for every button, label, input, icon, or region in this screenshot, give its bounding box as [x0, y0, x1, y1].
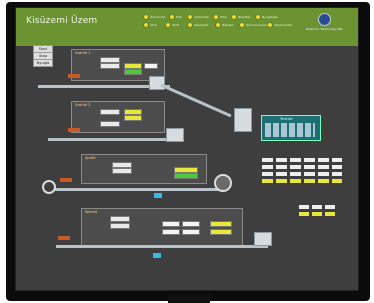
led-icon	[170, 14, 174, 19]
hmi-screen: Kisüzemi Üzem Üzemmód Kézi Automata Hiba…	[15, 7, 359, 291]
table-cells	[265, 123, 315, 137]
line-tag	[68, 128, 80, 132]
logo-icon	[318, 13, 331, 26]
status-item: Nyugtázás	[256, 14, 278, 19]
status-item: Kézi	[170, 14, 182, 19]
control-panel: Szárító 2	[71, 101, 165, 133]
grid-row	[299, 205, 335, 209]
status-item: Automata	[188, 14, 209, 19]
conveyor	[56, 245, 268, 248]
panel-title: Keverő	[85, 210, 98, 214]
conveyor-icon	[160, 83, 232, 118]
setpoint-field[interactable]	[100, 63, 120, 69]
conveyor	[48, 138, 176, 141]
value-field	[210, 229, 232, 235]
pump-icon[interactable]	[153, 253, 161, 258]
setpoint-field[interactable]	[100, 109, 120, 115]
title-bar: Kisüzemi Üzem Üzemmód Kézi Automata Hiba…	[16, 8, 358, 46]
monitor-stand	[168, 295, 210, 303]
status-item: Készenlét	[188, 22, 208, 27]
value-field	[144, 63, 158, 69]
pump-icon[interactable]	[154, 193, 162, 198]
setpoint-field[interactable]	[112, 168, 132, 174]
grid-row	[262, 179, 342, 183]
setpoint-field[interactable]	[110, 223, 130, 229]
data-grid	[299, 205, 335, 219]
machine-icon[interactable]	[166, 128, 184, 142]
data-grid	[262, 154, 342, 186]
status-item: Riasztás	[232, 14, 250, 19]
led-icon	[144, 14, 148, 19]
led-icon	[188, 14, 192, 19]
status-item: Adatmentés	[268, 22, 292, 27]
line-tag	[68, 74, 80, 78]
led-icon	[216, 22, 220, 27]
status-field	[174, 173, 198, 179]
status-item: Hálózat	[216, 22, 233, 27]
grid-row	[262, 158, 342, 162]
control-panel: Keverő	[81, 208, 243, 246]
grid-row	[262, 172, 342, 176]
panel-title: Aprító	[85, 156, 96, 160]
grid-row	[299, 212, 335, 216]
led-icon	[268, 22, 272, 27]
led-icon	[188, 22, 192, 27]
conveyor	[54, 188, 224, 191]
status-item: Hiba	[214, 14, 227, 19]
drum-icon[interactable]	[214, 174, 232, 192]
status-panel: Üzemmód Kézi Automata Hiba Riasztás Nyug…	[144, 14, 294, 40]
status-item: Kommunikáció	[240, 22, 268, 27]
status-field	[124, 69, 142, 75]
led-icon	[214, 14, 218, 19]
led-icon	[144, 22, 148, 27]
led-icon	[256, 14, 260, 19]
value-field	[182, 221, 200, 227]
setpoint-field[interactable]	[100, 121, 120, 127]
page-title: Kisüzemi Üzem	[26, 16, 98, 26]
status-item: Start	[166, 22, 179, 27]
line-tag	[58, 236, 70, 240]
grid-row	[262, 165, 342, 169]
status-item: Üzemmód	[144, 14, 165, 19]
ack-button[interactable]: Nyugta	[33, 59, 53, 67]
status-item: Stop	[144, 22, 157, 27]
control-panel: Aprító	[81, 154, 207, 184]
led-icon	[240, 22, 244, 27]
machine-icon[interactable]	[234, 108, 252, 132]
drum-icon[interactable]	[42, 180, 56, 194]
value-field	[162, 221, 180, 227]
led-icon	[166, 22, 170, 27]
value-field	[162, 229, 180, 235]
value-field	[182, 229, 200, 235]
value-field	[210, 221, 232, 227]
line-tag	[60, 178, 72, 182]
setpoint-field[interactable]	[110, 216, 130, 222]
value-field	[124, 115, 142, 121]
led-icon	[232, 14, 236, 19]
machine-icon[interactable]	[254, 232, 272, 246]
table-title: Termék	[280, 117, 293, 121]
product-table: Termék	[261, 115, 321, 141]
panel-title: Szárító 1	[75, 51, 91, 55]
logo-text: Beltronic Technology Kft.	[306, 27, 344, 31]
panel-title: Szárító 2	[75, 103, 91, 107]
